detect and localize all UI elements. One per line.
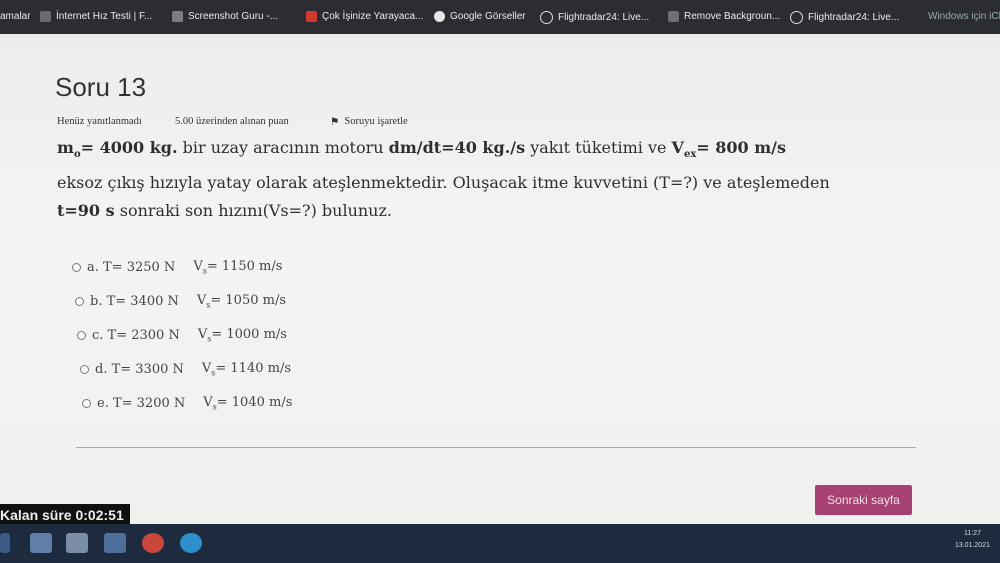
quiz-page: Soru 13 Henüz yanıtlanmadı 5.00 üzerinde… bbox=[0, 34, 1000, 524]
bookmark-item-6[interactable]: Remove Backgroun... bbox=[668, 11, 780, 22]
globe-icon bbox=[40, 11, 51, 22]
dmdt-value: dm/dt=40 kg./s bbox=[388, 138, 526, 157]
bookmark-item-4[interactable]: Google Görseller bbox=[434, 11, 526, 22]
file-explorer-icon[interactable] bbox=[30, 533, 52, 553]
option-e[interactable]: e. T= 3200 N Vs= 1040 m/s bbox=[82, 395, 292, 412]
edge-icon[interactable] bbox=[180, 533, 202, 553]
start-icon[interactable] bbox=[0, 533, 10, 553]
radio-icon[interactable] bbox=[75, 296, 84, 306]
clock-time: 11:27 bbox=[963, 530, 981, 537]
youtube-icon bbox=[306, 11, 317, 22]
radio-icon[interactable] bbox=[80, 364, 89, 374]
bookmarks-bar: amalar İnternet Hız Testi | F... Screens… bbox=[0, 0, 1000, 34]
timer-box: Kalan süre 0:02:51 bbox=[0, 504, 130, 526]
bookmark-item-2[interactable]: Screenshot Guru -... bbox=[172, 11, 278, 22]
option-a[interactable]: a. T= 3250 N Vs= 1150 m/s bbox=[72, 259, 282, 276]
bookmark-item-0[interactable]: amalar bbox=[0, 11, 31, 22]
vex-value: Vex= 800 m/s bbox=[671, 138, 787, 161]
option-d[interactable]: d. T= 3300 N Vs= 1140 m/s bbox=[80, 361, 291, 378]
option-c[interactable]: c. T= 2300 N Vs= 1000 m/s bbox=[77, 327, 287, 344]
bookmark-item-5[interactable]: Flightradar24: Live... bbox=[540, 11, 649, 24]
system-tray[interactable]: 11:27 13.01.2021 bbox=[955, 528, 990, 552]
screenshot-icon bbox=[172, 11, 183, 22]
chrome-icon[interactable] bbox=[142, 533, 164, 553]
time-value: t=90 s bbox=[57, 201, 115, 221]
question-title: Soru 13 bbox=[55, 72, 147, 102]
option-b[interactable]: b. T= 3400 N Vs= 1050 m/s bbox=[75, 293, 286, 310]
radio-icon[interactable] bbox=[72, 262, 81, 272]
bookmark-item-3[interactable]: Çok İşinize Yarayaca... bbox=[306, 11, 423, 22]
bookmark-item-7[interactable]: Flightradar24: Live... bbox=[790, 11, 899, 24]
clock-date: 13.01.2021 bbox=[954, 542, 990, 549]
bookmark-item-8[interactable]: Windows için iCli bbox=[928, 11, 1000, 22]
points-text: 5.00 üzerinden alınan puan bbox=[175, 116, 289, 127]
status-text: Henüz yanıtlanmadı bbox=[57, 116, 142, 127]
store-icon[interactable] bbox=[66, 533, 88, 553]
flightradar-icon bbox=[790, 11, 803, 24]
flightradar-icon bbox=[540, 11, 553, 24]
remove-bg-icon bbox=[668, 11, 679, 22]
radio-icon[interactable] bbox=[82, 398, 91, 408]
flag-icon: ⚑ bbox=[330, 117, 340, 128]
timer-value: 0:02:51 bbox=[75, 507, 124, 523]
taskbar: 11:27 13.01.2021 bbox=[0, 524, 1000, 563]
next-page-button[interactable]: Sonraki sayfa bbox=[815, 485, 912, 515]
question-text: mo= 4000 kg. bir uzay aracının motoru dm… bbox=[57, 138, 830, 221]
divider bbox=[76, 447, 916, 448]
mail-icon[interactable] bbox=[104, 533, 126, 553]
radio-icon[interactable] bbox=[77, 330, 86, 340]
mass-value: mo= 4000 kg. bbox=[57, 138, 178, 161]
bookmark-item-1[interactable]: İnternet Hız Testi | F... bbox=[40, 11, 152, 22]
flag-question-link[interactable]: ⚑ Soruyu işaretle bbox=[330, 116, 408, 128]
google-icon bbox=[434, 11, 445, 22]
